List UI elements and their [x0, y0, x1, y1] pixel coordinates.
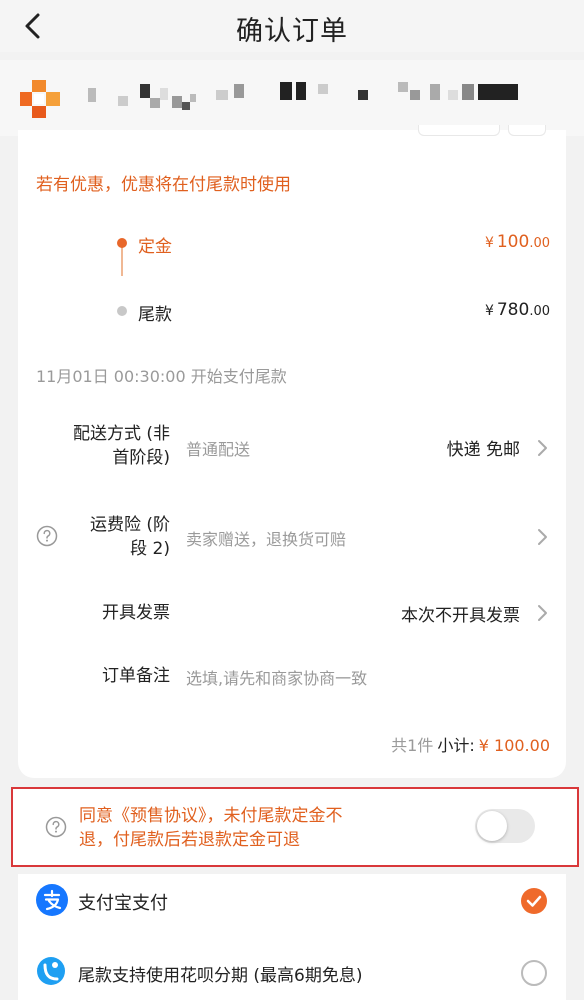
alipay-icon	[36, 884, 68, 916]
balance-start-time: 11月01日 00:30:00 开始支付尾款	[36, 367, 287, 386]
alipay-label: 支付宝支付	[78, 893, 168, 914]
payment-options: 支付宝支付 尾款支持使用花呗分期 (最高6期免息)	[18, 874, 566, 1000]
order-details-card: 若有优惠，优惠将在付尾款时使用 定金 ¥100.00 尾款 ¥780.00 11…	[18, 125, 566, 778]
chevron-right-icon	[538, 605, 547, 621]
page-title: 确认订单	[236, 16, 348, 47]
chevron-right-icon	[538, 440, 547, 456]
shipping-insurance-value: 卖家赠送，退换货可赔	[186, 530, 347, 549]
check-icon	[526, 895, 542, 907]
toggle-knob	[477, 811, 507, 841]
shop-logo-icon	[20, 80, 60, 118]
invoice-label: 开具发票	[102, 603, 170, 623]
chevron-right-icon	[538, 529, 547, 545]
invoice-value: 本次不开具发票	[401, 606, 520, 626]
delivery-label: 配送方式 (非 首阶段)	[72, 424, 170, 468]
deposit-amount: ¥100.00	[484, 232, 550, 252]
item-count: 共1件	[391, 736, 434, 755]
payment-option-alipay[interactable]: 支付宝支付	[18, 874, 566, 934]
deposit-dot	[117, 238, 127, 248]
question-circle-icon[interactable]	[36, 525, 58, 547]
huabei-label: 尾款支持使用花呗分期 (最高6期免息)	[78, 966, 363, 986]
presale-agreement-text[interactable]: 同意《预售协议》，未付尾款定金不 退，付尾款后若退款定金可退	[79, 804, 439, 852]
tab-edge	[418, 125, 500, 136]
balance-amount: ¥780.00	[484, 300, 550, 320]
balance-label: 尾款	[138, 305, 172, 325]
order-remark-label: 订单备注	[102, 666, 170, 686]
discount-notice: 若有优惠，优惠将在付尾款时使用	[36, 175, 291, 195]
delivery-method: 快递 免邮	[446, 440, 520, 460]
presale-agreement-row: 同意《预售协议》，未付尾款定金不 退，付尾款后若退款定金可退	[11, 787, 579, 867]
subtotal-amount: ¥ 100.00	[478, 736, 550, 755]
payment-option-huabei[interactable]: 尾款支持使用花呗分期 (最高6期免息)	[18, 940, 566, 1000]
subtotal: 共1件 小计: ¥ 100.00	[391, 732, 550, 756]
timeline-connector	[121, 244, 123, 276]
shipping-insurance-label: 运费险 (阶 段 2)	[89, 515, 170, 559]
top-nav-bar: 确认订单	[0, 0, 584, 52]
tab-edge	[508, 125, 546, 136]
huabei-icon	[37, 957, 65, 985]
order-remark-input[interactable]: 选填,请先和商家协商一致	[186, 665, 367, 689]
subtotal-label: 小计:	[437, 736, 475, 755]
agreement-toggle[interactable]	[475, 809, 535, 843]
alipay-radio-selected[interactable]	[521, 888, 547, 914]
question-circle-icon[interactable]	[45, 816, 67, 838]
deposit-label: 定金	[138, 237, 172, 257]
balance-dot	[117, 306, 127, 316]
huabei-radio[interactable]	[521, 960, 547, 986]
delivery-value: 普通配送	[186, 440, 251, 459]
